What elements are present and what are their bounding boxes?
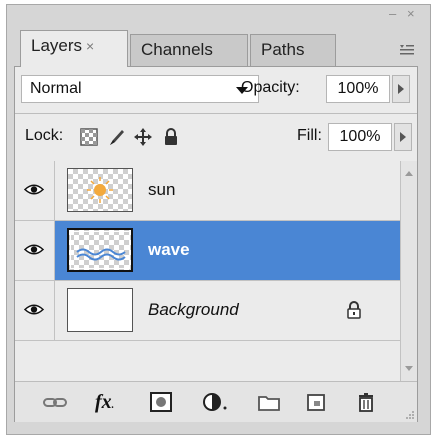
link-layers-icon[interactable] — [41, 391, 71, 413]
fill-label: Fill: — [297, 127, 322, 144]
layer-row-sun[interactable]: sun — [15, 161, 400, 221]
opacity-slider-arrow-icon[interactable] — [392, 75, 410, 103]
layers-list: sun wave Background — [15, 161, 400, 381]
tab-paths[interactable]: Paths — [250, 34, 336, 66]
layer-name[interactable]: Background — [148, 300, 239, 320]
layers-scrollbar[interactable] — [400, 161, 417, 381]
minimize-icon[interactable]: – — [389, 7, 396, 21]
lock-position-icon[interactable] — [133, 127, 153, 147]
layer-mask-icon[interactable] — [149, 391, 173, 413]
lock-image-pixels-icon[interactable] — [107, 127, 127, 147]
panel-menu-icon[interactable] — [400, 44, 414, 56]
close-icon[interactable]: × — [407, 7, 415, 21]
panel-tab-strip: Layers × Channels Paths — [14, 26, 418, 67]
layer-thumbnail[interactable] — [67, 288, 133, 332]
visibility-toggle[interactable] — [15, 281, 55, 340]
adjustment-layer-icon[interactable] — [201, 391, 231, 413]
scroll-down-icon[interactable] — [405, 366, 413, 371]
blend-mode-select[interactable]: Normal — [21, 75, 259, 103]
visibility-toggle[interactable] — [15, 221, 55, 280]
blend-row: Normal Opacity: 100% — [15, 67, 417, 114]
layer-name[interactable]: sun — [148, 180, 175, 200]
tab-close-icon[interactable]: × — [86, 38, 94, 54]
tab-layers-label: Layers — [31, 36, 83, 55]
tab-channels[interactable]: Channels — [130, 34, 248, 66]
fill-field[interactable]: 100% — [328, 123, 392, 151]
new-group-icon[interactable] — [257, 391, 281, 413]
resize-grip-icon[interactable] — [405, 410, 415, 420]
fx-icon[interactable]: fx. — [95, 391, 135, 413]
blend-mode-value: Normal — [30, 80, 82, 97]
tab-layers[interactable]: Layers × — [20, 30, 128, 67]
lock-transparent-pixels-icon[interactable] — [79, 127, 99, 147]
lock-icon[interactable] — [346, 301, 362, 319]
sun-thumbnail-icon — [87, 177, 113, 203]
eye-icon — [24, 304, 44, 315]
opacity-label: Opacity: — [241, 79, 300, 96]
scroll-up-icon[interactable] — [405, 171, 413, 176]
new-layer-icon[interactable] — [305, 391, 327, 413]
eye-icon — [24, 244, 44, 255]
tab-channels-label: Channels — [141, 40, 213, 59]
lock-label: Lock: — [25, 127, 64, 144]
layers-panel: Normal Opacity: 100% Lock: Fill: 100% su… — [14, 66, 418, 422]
visibility-toggle[interactable] — [15, 161, 55, 220]
trash-icon[interactable] — [355, 391, 377, 413]
layers-toolbar: fx. — [15, 381, 417, 422]
layer-row-background[interactable]: Background — [15, 281, 400, 341]
wave-thumbnail-icon — [76, 248, 126, 261]
eye-icon — [24, 184, 44, 195]
layer-row-wave[interactable]: wave — [15, 221, 400, 281]
layer-name[interactable]: wave — [148, 240, 190, 260]
fx-label: fx — [95, 391, 112, 413]
lock-row: Lock: Fill: 100% — [15, 113, 417, 162]
fill-slider-arrow-icon[interactable] — [394, 123, 412, 151]
tab-paths-label: Paths — [261, 40, 305, 59]
opacity-field[interactable]: 100% — [326, 75, 390, 103]
layer-thumbnail[interactable] — [67, 168, 133, 212]
layer-thumbnail[interactable] — [67, 228, 133, 272]
lock-all-icon[interactable] — [161, 127, 181, 147]
